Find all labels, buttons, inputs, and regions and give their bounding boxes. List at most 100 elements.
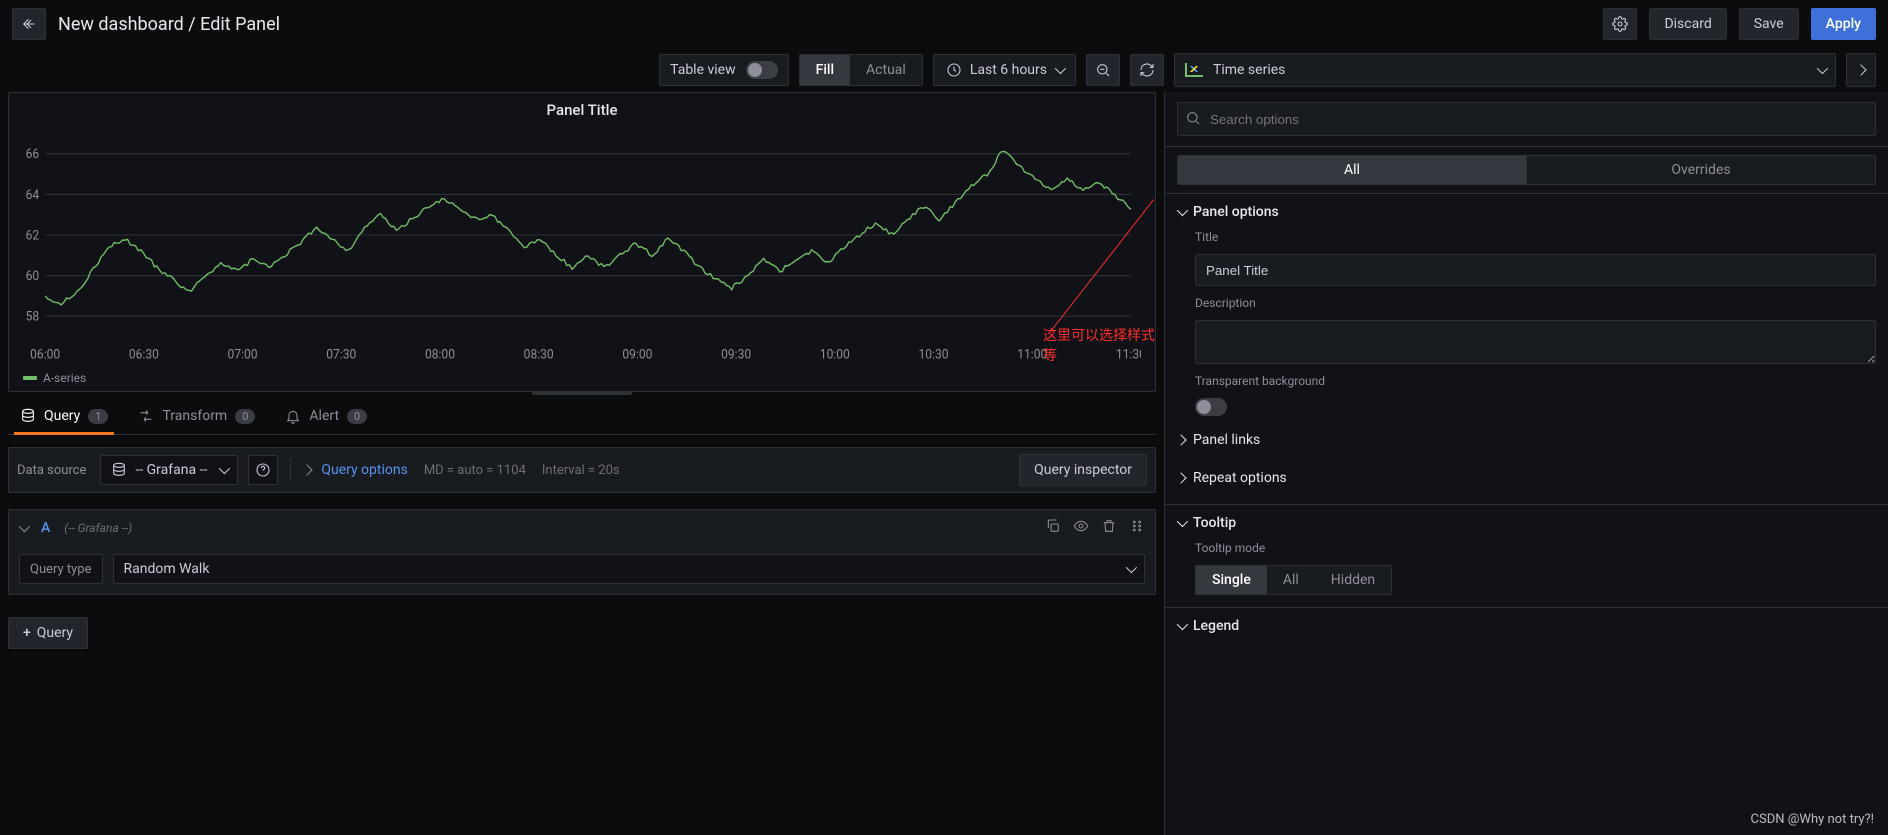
title-label: Title	[1195, 230, 1876, 244]
svg-text:60: 60	[26, 269, 40, 285]
table-view-toggle[interactable]: Table view	[659, 54, 789, 86]
section-repeat-options[interactable]: Repeat options	[1177, 464, 1876, 492]
chevron-down-icon	[1055, 62, 1063, 78]
fill-option[interactable]: Fill	[800, 55, 850, 85]
back-button[interactable]	[12, 8, 46, 40]
resize-handle[interactable]	[532, 391, 632, 395]
collapse-sidepane-button[interactable]	[1846, 53, 1876, 87]
legend-swatch	[23, 376, 37, 380]
annotation-text: 这里可以选择样式等	[1043, 325, 1155, 365]
divider	[290, 458, 291, 482]
tooltip-mode-single[interactable]: Single	[1196, 566, 1267, 594]
table-view-label: Table view	[670, 62, 736, 78]
options-tabs: All Overrides	[1165, 147, 1888, 193]
tab-count: 0	[235, 409, 255, 424]
gear-icon	[1612, 16, 1628, 32]
svg-text:06:30: 06:30	[129, 347, 159, 363]
query-md: MD = auto = 1104	[424, 463, 526, 478]
tooltip-mode-label: Tooltip mode	[1195, 541, 1876, 555]
query-inspector-button[interactable]: Query inspector	[1019, 454, 1147, 486]
clock-icon	[946, 62, 962, 78]
add-query-label: Query	[37, 625, 73, 641]
svg-text:64: 64	[26, 187, 40, 203]
timeseries-icon	[1185, 63, 1203, 77]
settings-button[interactable]	[1603, 8, 1637, 40]
refresh-icon	[1139, 62, 1155, 78]
time-range-picker[interactable]: Last 6 hours	[933, 54, 1076, 86]
query-datasource: (-- Grafana --)	[64, 521, 132, 535]
svg-text:66: 66	[26, 147, 40, 163]
tab-count: 1	[88, 409, 108, 424]
chevron-down-icon	[1817, 62, 1825, 78]
tab-label: Query	[44, 408, 80, 424]
options-tab-all[interactable]: All	[1177, 155, 1526, 185]
tab-transform[interactable]: Transform 0	[136, 408, 257, 434]
zoom-out-button[interactable]	[1086, 54, 1120, 86]
search-options-input[interactable]	[1177, 102, 1876, 136]
tab-alert[interactable]: Alert 0	[283, 408, 369, 434]
query-type-label: Query type	[19, 554, 103, 584]
query-type-value: Random Walk	[124, 561, 210, 577]
svg-text:09:00: 09:00	[622, 347, 652, 363]
datasource-bar: Data source -- Grafana -- Query options …	[8, 447, 1156, 493]
chevron-right-icon	[1177, 432, 1185, 448]
grip-icon	[1129, 518, 1145, 534]
legend: A-series	[9, 369, 1155, 391]
tooltip-mode-hidden[interactable]: Hidden	[1315, 566, 1391, 594]
svg-text:07:00: 07:00	[228, 347, 258, 363]
plus-icon: +	[23, 625, 31, 641]
watermark: CSDN @Why not try?!	[1751, 812, 1874, 827]
section-legend[interactable]: Legend	[1165, 608, 1888, 644]
options-tab-overrides[interactable]: Overrides	[1526, 155, 1876, 185]
svg-text:07:30: 07:30	[326, 347, 356, 363]
datasource-select[interactable]: -- Grafana --	[100, 455, 238, 485]
query-options-link[interactable]: Query options	[321, 462, 408, 478]
time-range-label: Last 6 hours	[970, 62, 1047, 78]
svg-text:09:30: 09:30	[721, 347, 751, 363]
drag-query-handle[interactable]	[1129, 518, 1145, 538]
chevron-down-icon[interactable]	[19, 520, 27, 536]
chevron-down-icon	[1126, 561, 1134, 577]
zoom-out-icon	[1095, 62, 1111, 78]
section-tooltip[interactable]: Tooltip	[1165, 505, 1888, 541]
query-ref-id: A	[41, 520, 50, 536]
toggle-query-visibility-button[interactable]	[1073, 518, 1089, 538]
refresh-button[interactable]	[1130, 54, 1164, 86]
save-button[interactable]: Save	[1739, 8, 1799, 40]
svg-text:58: 58	[26, 309, 40, 325]
chevron-right-icon	[1857, 62, 1865, 78]
svg-text:62: 62	[26, 228, 40, 244]
viz-type-picker[interactable]: Time series	[1174, 53, 1836, 87]
toggle-icon	[746, 61, 778, 79]
tooltip-mode-all[interactable]: All	[1267, 566, 1315, 594]
time-series-chart[interactable]: 586062646606:0006:3007:0007:3008:0008:30…	[15, 127, 1141, 367]
datasource-value: -- Grafana --	[135, 462, 207, 478]
actual-option[interactable]: Actual	[850, 55, 922, 85]
arrow-left-icon	[21, 16, 37, 32]
svg-text:10:30: 10:30	[919, 347, 949, 363]
query-type-select[interactable]: Random Walk	[113, 554, 1146, 584]
datasource-help[interactable]	[248, 455, 278, 485]
discard-button[interactable]: Discard	[1649, 8, 1726, 40]
apply-button[interactable]: Apply	[1811, 8, 1876, 40]
add-query-button[interactable]: + Query	[8, 617, 88, 649]
transparent-bg-toggle[interactable]	[1195, 398, 1227, 416]
bell-icon	[285, 408, 301, 424]
section-panel-options[interactable]: Panel options	[1165, 194, 1888, 230]
tab-count: 0	[347, 409, 367, 424]
query-row: A (-- Grafana --) Query type Random Walk	[8, 509, 1156, 595]
database-icon	[20, 408, 36, 424]
tab-query[interactable]: Query 1	[18, 408, 110, 434]
section-panel-links[interactable]: Panel links	[1177, 426, 1876, 454]
svg-text:06:00: 06:00	[30, 347, 60, 363]
query-interval: Interval = 20s	[542, 463, 620, 478]
chevron-down-icon	[219, 462, 227, 478]
search-icon	[1185, 110, 1201, 130]
panel-title-input[interactable]	[1195, 254, 1876, 286]
duplicate-query-button[interactable]	[1045, 518, 1061, 538]
trash-icon	[1101, 518, 1117, 534]
panel-description-textarea[interactable]	[1195, 320, 1876, 364]
copy-icon	[1045, 518, 1061, 534]
delete-query-button[interactable]	[1101, 518, 1117, 538]
svg-text:10:00: 10:00	[820, 347, 850, 363]
